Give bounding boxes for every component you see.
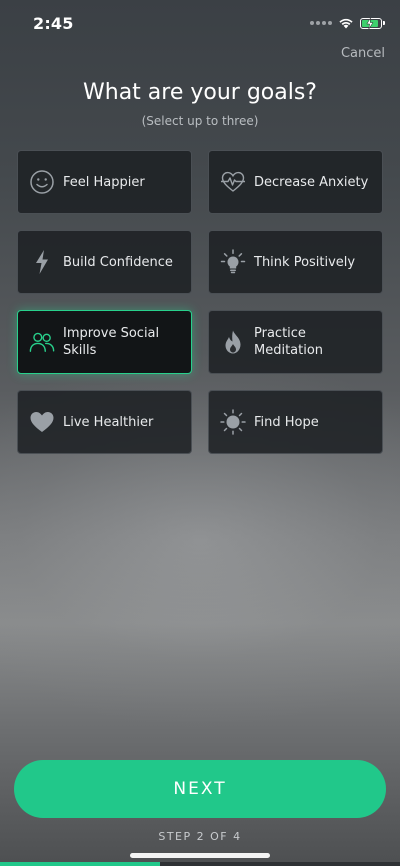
heart-icon <box>29 409 55 435</box>
battery-icon <box>360 17 385 29</box>
goal-label: Improve Social Skills <box>63 326 160 358</box>
goal-label: Feel Happier <box>63 174 145 190</box>
home-indicator[interactable] <box>130 853 270 858</box>
step-indicator: STEP 2 OF 4 <box>158 830 242 843</box>
sun-icon <box>220 409 246 435</box>
cancel-button[interactable]: Cancel <box>341 46 385 61</box>
cellular-signal-icon <box>310 21 332 25</box>
goal-label: Live Healthier <box>63 414 154 430</box>
next-button[interactable]: NEXT <box>14 760 386 818</box>
goal-label: Build Confidence <box>63 254 173 270</box>
page-title: What are your goals? <box>83 80 317 105</box>
people-icon <box>29 329 55 355</box>
goal-label: Practice Meditation <box>254 326 324 358</box>
status-icons <box>310 15 385 31</box>
goal-card-practice-meditation[interactable]: Practice Meditation <box>208 310 383 374</box>
goal-label: Decrease Anxiety <box>254 174 369 190</box>
goal-card-live-healthier[interactable]: Live Healthier <box>17 390 192 454</box>
charging-bolt-icon <box>366 17 374 29</box>
goal-label: Find Hope <box>254 414 319 430</box>
goal-card-feel-happier[interactable]: Feel Happier <box>17 150 192 214</box>
goal-card-decrease-anxiety[interactable]: Decrease Anxiety <box>208 150 383 214</box>
progress-bar <box>0 862 400 866</box>
goal-card-find-hope[interactable]: Find Hope <box>208 390 383 454</box>
lightbulb-icon <box>220 249 246 275</box>
flame-icon <box>220 329 246 355</box>
lightning-icon <box>29 249 55 275</box>
page-subtitle: (Select up to three) <box>141 114 259 128</box>
wifi-icon <box>339 18 353 29</box>
status-time: 2:45 <box>33 14 74 33</box>
goal-card-think-positively[interactable]: Think Positively <box>208 230 383 294</box>
goal-label: Think Positively <box>254 254 356 270</box>
status-bar: 2:45 <box>0 0 400 46</box>
heartbeat-icon <box>220 169 246 195</box>
smiley-icon <box>29 169 55 195</box>
goal-card-build-confidence[interactable]: Build Confidence <box>17 230 192 294</box>
progress-fill <box>0 862 160 866</box>
goals-screen: 2:45 Cancel What are your goals? (Select… <box>0 0 400 866</box>
goal-card-improve-social-skills[interactable]: Improve Social Skills <box>17 310 192 374</box>
